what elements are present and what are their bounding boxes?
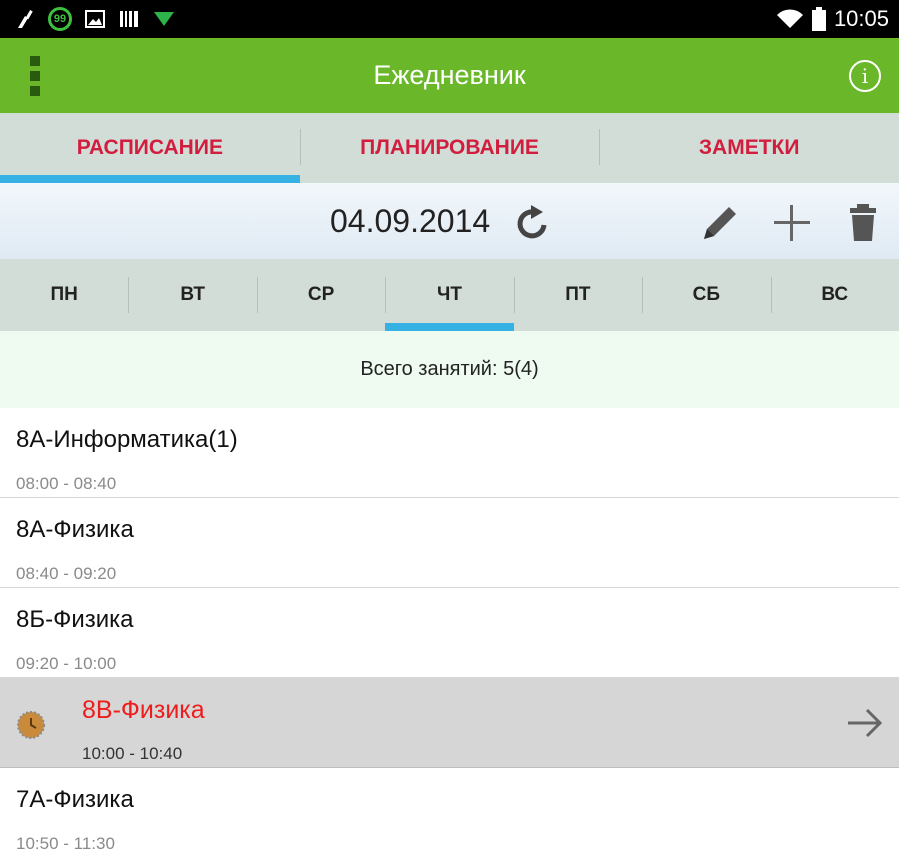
day-tab-mon[interactable]: ПН (0, 259, 128, 331)
lesson-title: 8Б-Физика (16, 606, 134, 633)
send-icon (154, 12, 174, 26)
status-bar-notifications: 99 (14, 6, 176, 32)
trash-icon[interactable] (841, 201, 885, 245)
pencil-icon[interactable] (698, 201, 742, 245)
list-item[interactable]: 8А-Физика 08:40 - 09:20 (0, 498, 899, 588)
lesson-title: 8В-Физика (82, 696, 205, 724)
info-icon[interactable]: i (849, 60, 881, 92)
image-icon (85, 10, 105, 28)
lesson-title: 7А-Физика (16, 786, 134, 813)
list-item[interactable]: 7А-Физика 10:50 - 11:30 (0, 768, 899, 856)
lesson-time: 08:40 - 09:20 (16, 564, 117, 583)
lesson-title: 8А-Физика (16, 516, 134, 543)
battery-saver-icon: 99 (48, 7, 72, 31)
refresh-icon[interactable] (514, 203, 552, 241)
lesson-list: 8А-Информатика(1) 08:00 - 08:40 8А-Физик… (0, 408, 899, 856)
clock-icon (17, 711, 45, 739)
lesson-time: 09:20 - 10:00 (16, 654, 117, 673)
lesson-time: 08:00 - 08:40 (16, 474, 117, 493)
current-date[interactable]: 04.09.2014 (330, 183, 490, 259)
tab-planning[interactable]: ПЛАНИРОВАНИЕ (299, 113, 600, 183)
info-glyph: i (861, 64, 869, 88)
list-item-current[interactable]: 8В-Физика 10:00 - 10:40 (0, 678, 899, 768)
status-clock: 10:05 (833, 6, 889, 31)
date-toolbar: 04.09.2014 (0, 183, 899, 259)
day-tab-wed[interactable]: СР (256, 259, 385, 331)
plus-icon[interactable] (770, 201, 814, 245)
day-tab-sun[interactable]: ВС (770, 259, 899, 331)
day-tab-thu[interactable]: ЧТ (385, 259, 515, 331)
list-item[interactable]: 8А-Информатика(1) 08:00 - 08:40 (0, 408, 899, 498)
wifi-icon (776, 9, 803, 28)
weekday-tabs: ПН ВТ СР ЧТ ПТ СБ ВС (0, 259, 899, 331)
tab-notes[interactable]: ЗАМЕТКИ (599, 113, 899, 183)
lesson-time: 10:50 - 11:30 (16, 834, 115, 853)
lesson-time: 10:00 - 10:40 (82, 744, 183, 763)
app-bar: Ежедневник i (0, 38, 899, 113)
app-title: Ежедневник (373, 60, 526, 90)
tab-schedule[interactable]: РАСПИСАНИЕ (0, 113, 300, 183)
status-bar: 99 10:05 (0, 0, 899, 38)
battery-saver-value: 99 (53, 13, 67, 25)
day-tab-tue[interactable]: ВТ (128, 259, 256, 331)
day-tab-sat[interactable]: СБ (642, 259, 770, 331)
day-tab-fri[interactable]: ПТ (513, 259, 642, 331)
battery-icon (811, 7, 826, 31)
broom-icon (18, 10, 33, 28)
barcode-icon (120, 11, 138, 27)
main-tabs: РАСПИСАНИЕ ПЛАНИРОВАНИЕ ЗАМЕТКИ (0, 113, 899, 183)
arrow-right-icon[interactable] (845, 706, 885, 740)
status-bar-system: 10:05 (776, 6, 889, 32)
lesson-title: 8А-Информатика(1) (16, 426, 238, 453)
list-item[interactable]: 8Б-Физика 09:20 - 10:00 (0, 588, 899, 678)
lessons-summary: Всего занятий: 5(4) (0, 331, 899, 408)
